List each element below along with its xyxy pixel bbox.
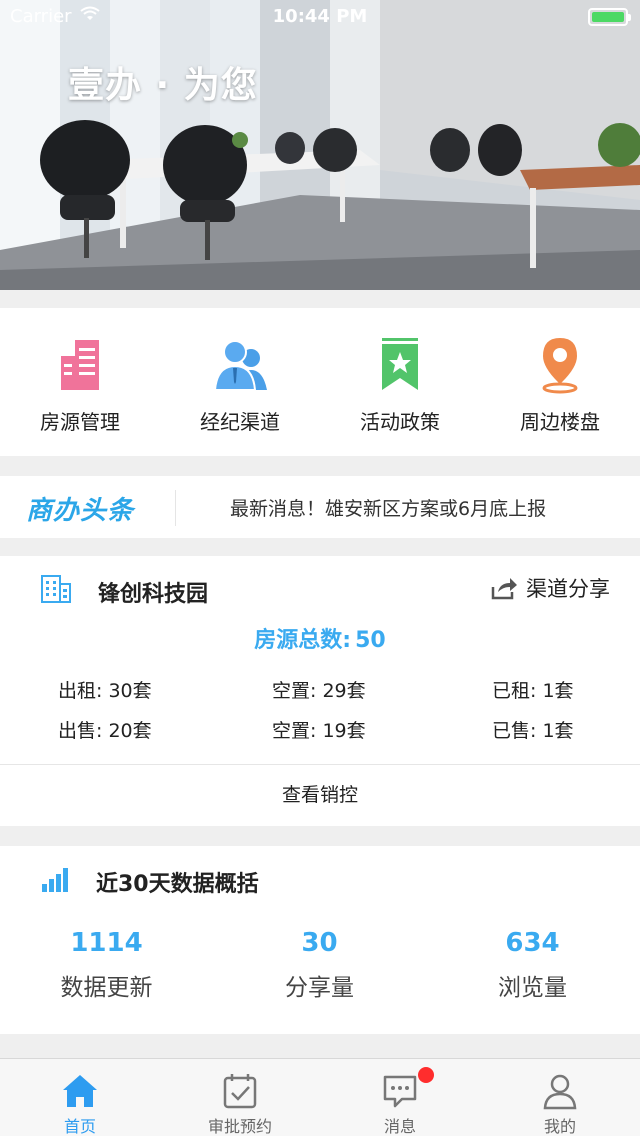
agents-icon [213,340,267,391]
tab-label: 消息 [383,1117,416,1136]
stat-sale-vacant: 空置: 19套 [272,720,366,742]
stat-rented: 已租: 1套 [492,680,574,702]
metric-value: 1114 [70,928,143,958]
tab-label: 审批预约 [207,1117,272,1136]
metric-views: 634 浏览量 [426,928,639,1002]
tab-label: 我的 [543,1117,576,1136]
metric-label: 分享量 [285,975,354,1001]
metric-shares: 30 分享量 [213,928,426,1002]
clock: 10:44 PM [272,6,368,27]
quick-item-label: 周边楼盘 [520,410,600,434]
tab-approval[interactable]: 审批预约 [160,1059,320,1136]
news-logo: 商办头条 [26,496,135,526]
view-sales-control-button[interactable]: 查看销控 [0,765,640,826]
quick-item-agents[interactable]: 经纪渠道 [160,308,320,456]
hero-banner[interactable]: Carrier 10:44 PM 壹办 · 为您 [0,0,640,290]
status-bar: Carrier 10:44 PM [0,0,640,34]
property-card: 锋创科技园 渠道分享 房源总数: 50 出租: 30套 空置: 29套 已租: 1… [0,556,640,826]
stat-rent-vacant: 空置: 29套 [272,680,366,702]
quick-item-label: 经纪渠道 [200,410,280,434]
data-summary-card: 近30天数据概括 1114 数据更新 30 分享量 634 浏览量 [0,846,640,1034]
quick-item-listings[interactable]: 房源管理 [0,308,160,456]
tab-home[interactable]: 首页 [0,1059,160,1136]
tab-label: 首页 [63,1117,96,1136]
bookmark-star-icon [382,338,418,390]
building-list-icon [61,340,99,390]
tab-bar: 首页 审批预约 消息 我的 [0,1058,640,1136]
quick-menu: 房源管理 经纪渠道 活动政策 周边楼盘 [0,308,640,456]
tab-messages[interactable]: 消息 [320,1059,480,1136]
share-icon [491,578,517,600]
location-pin-icon [542,338,578,394]
stat-rent: 出租: 30套 [58,680,152,702]
quick-item-policies[interactable]: 活动政策 [320,308,480,456]
building-icon [41,575,71,603]
summary-title: 近30天数据概括 [96,872,259,897]
news-ticker[interactable]: 商办头条 最新消息！雄安新区方案或6月底上报 [0,476,640,538]
metric-label: 数据更新 [60,975,153,1001]
metric-value: 634 [505,928,560,958]
quick-item-nearby[interactable]: 周边楼盘 [480,308,640,456]
metric-label: 浏览量 [498,975,567,1001]
approval-icon [223,1074,257,1109]
office-photo [0,0,640,290]
share-label: 渠道分享 [526,577,610,601]
home-icon [63,1075,97,1107]
divider [175,490,176,526]
metric-updates: 1114 数据更新 [0,928,213,1002]
total-label: 房源总数: [254,628,352,653]
stat-sold: 已售: 1套 [492,720,574,742]
stat-sale: 出售: 20套 [58,720,152,742]
bar-chart-icon [42,868,68,892]
message-icon [383,1075,417,1108]
total-listings: 房源总数: 50 [0,622,640,654]
hero-slogan: 壹办 · 为您 [68,65,258,106]
unread-badge [418,1067,434,1083]
news-text[interactable]: 最新消息！雄安新区方案或6月底上报 [230,494,546,521]
metric-value: 30 [301,928,338,958]
battery-icon [588,8,631,26]
tab-profile[interactable]: 我的 [480,1059,640,1136]
channel-share-button[interactable]: 渠道分享 [490,572,610,604]
total-value: 50 [355,628,386,653]
profile-icon [543,1074,577,1110]
quick-item-label: 活动政策 [360,410,440,434]
property-name: 锋创科技园 [98,582,209,607]
quick-item-label: 房源管理 [40,410,120,434]
